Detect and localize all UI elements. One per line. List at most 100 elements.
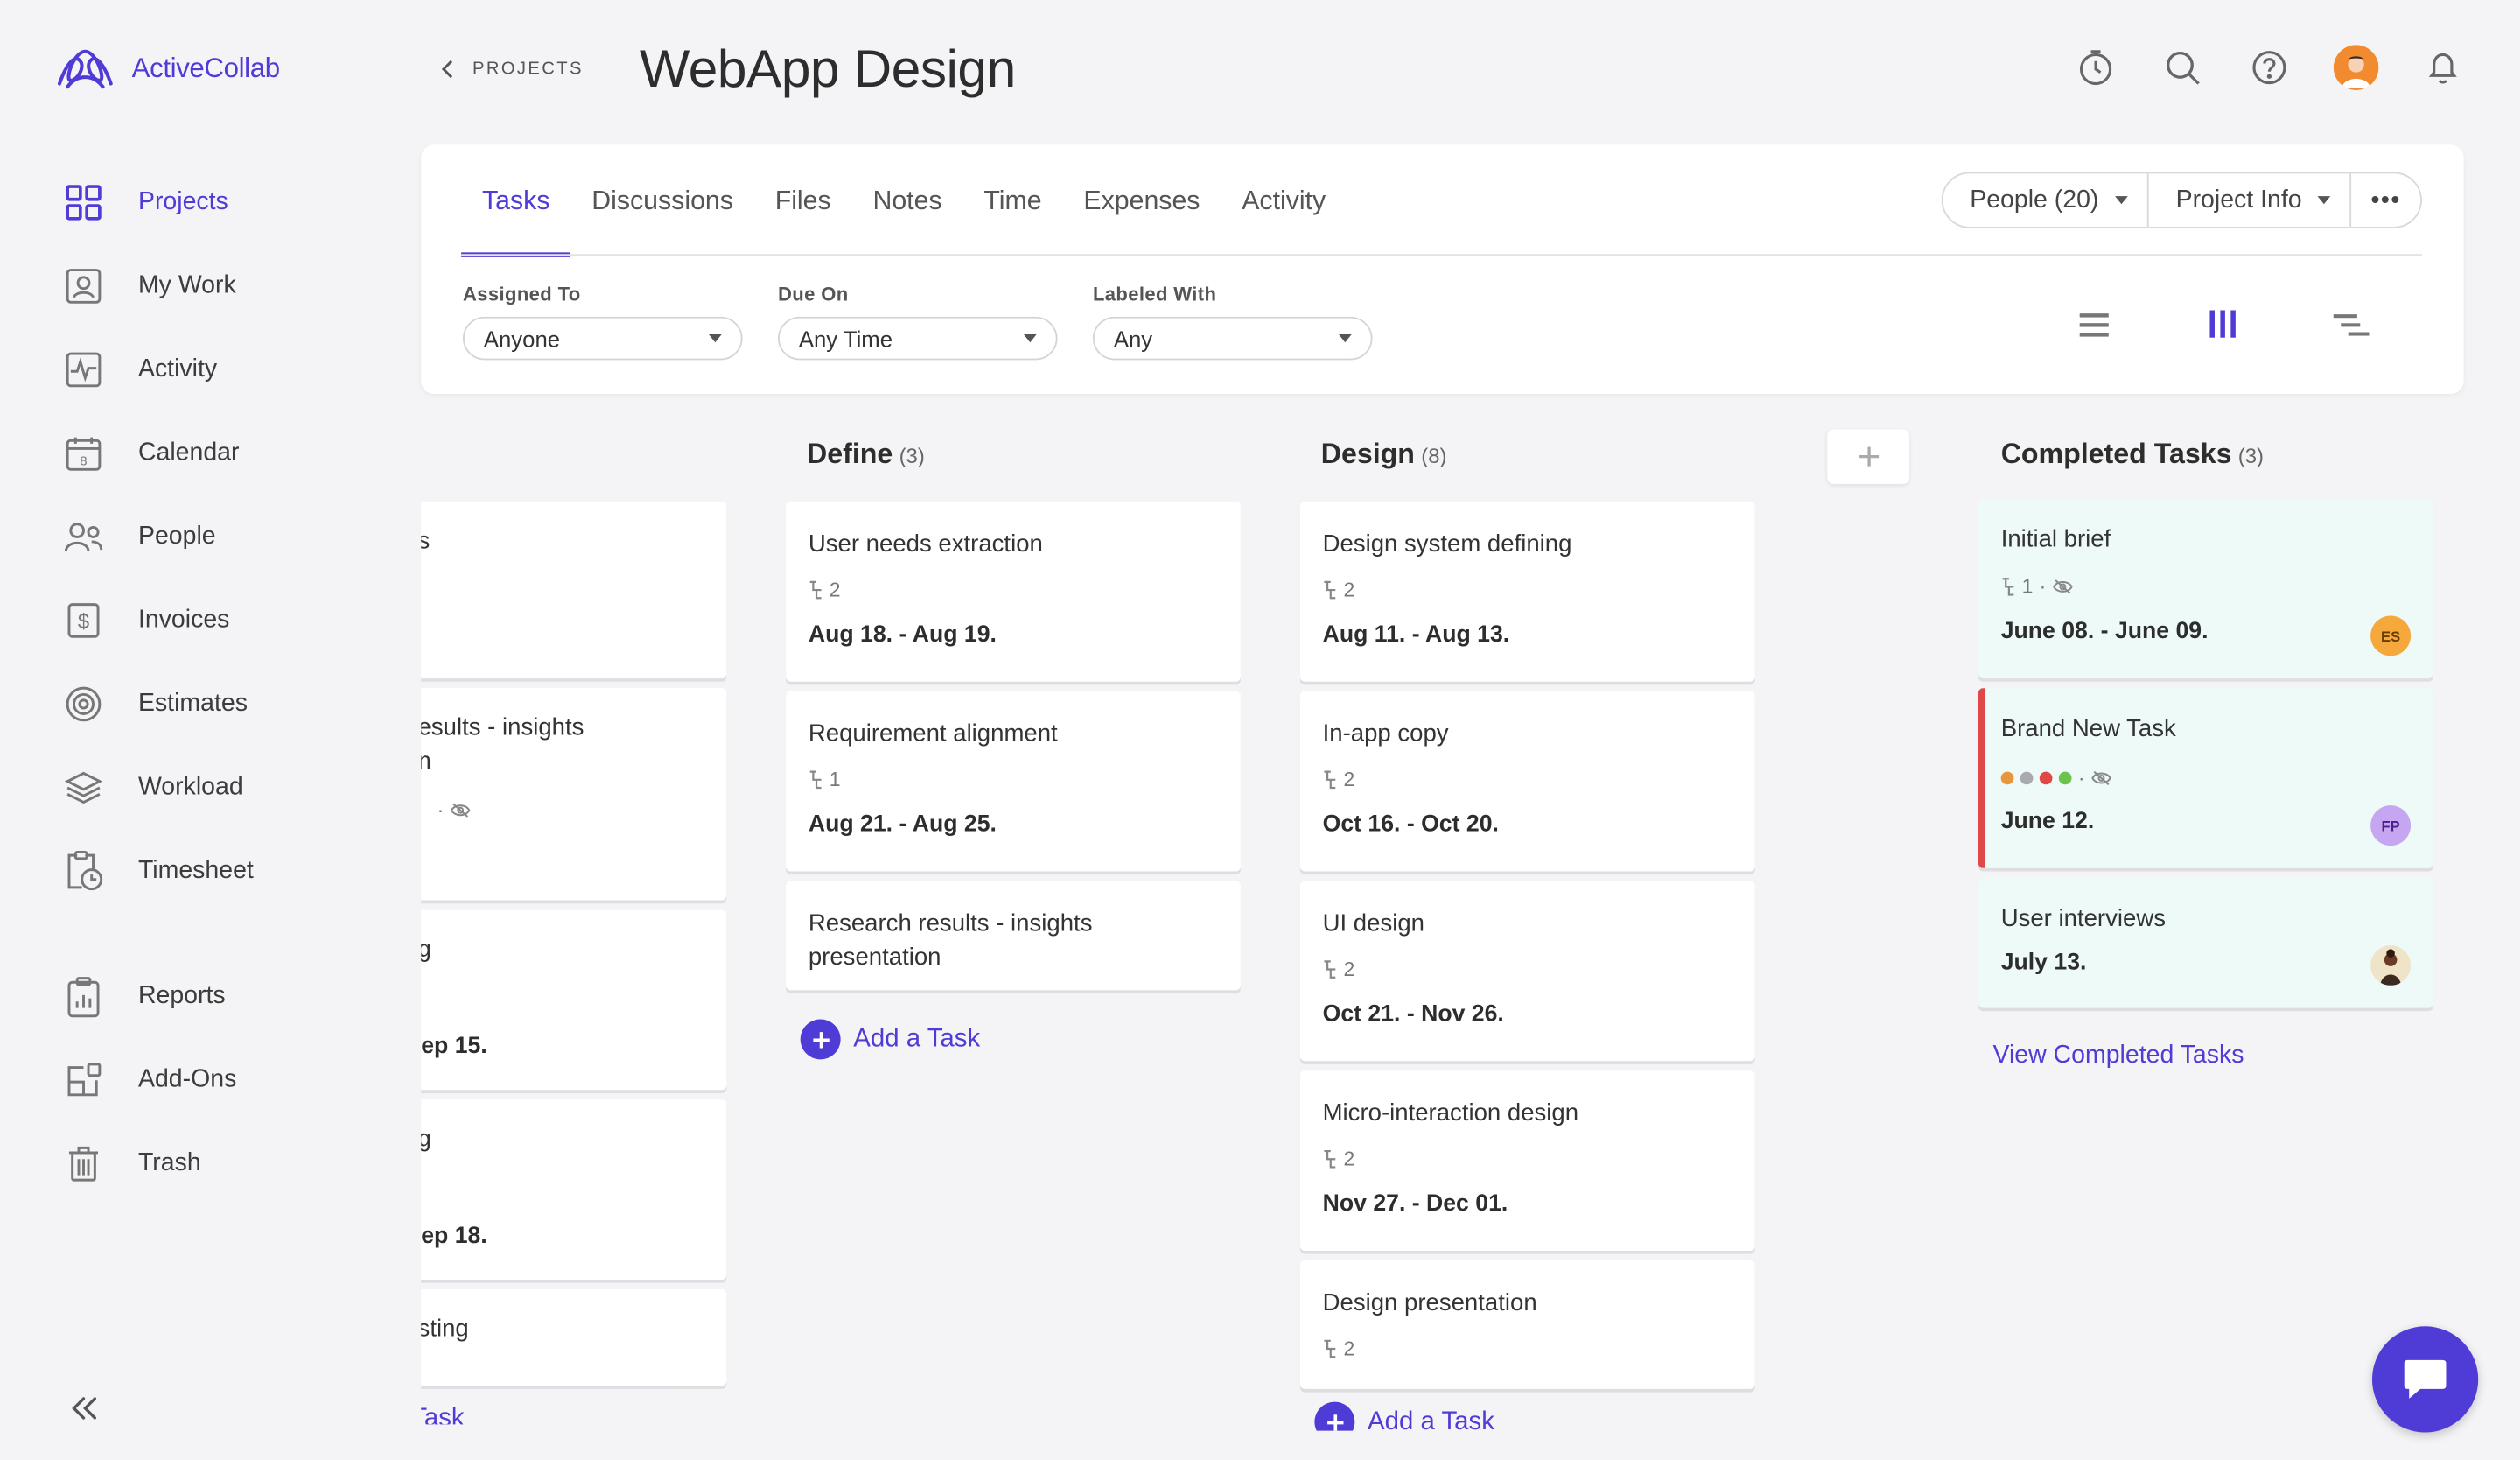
task-card[interactable]: Design presentation 2 — [1299, 1260, 1755, 1389]
task-card[interactable]: Design system defining 2 Aug 11. - Aug 1… — [1299, 502, 1755, 682]
select-value: Anyone — [483, 325, 561, 352]
sidebar-item-invoices[interactable]: $ Invoices — [61, 579, 382, 663]
svg-text:$: $ — [78, 610, 89, 634]
project-info-dropdown-button[interactable]: Project Info — [2148, 173, 2352, 227]
task-card[interactable]: s — [421, 502, 727, 679]
filter-due: Due On Any Time — [777, 283, 1058, 361]
add-task-button[interactable]: Add a Task — [1314, 1401, 1494, 1431]
view-completed-tasks-link[interactable]: View Completed Tasks — [1993, 1042, 2244, 1070]
people-dropdown-button[interactable]: People (20) — [1942, 173, 2149, 227]
task-card[interactable]: sting — [421, 1289, 727, 1386]
sidebar-item-projects[interactable]: Projects — [61, 161, 382, 245]
sidebar-item-activity[interactable]: Activity — [61, 328, 382, 412]
activity-icon — [61, 347, 106, 392]
task-card[interactable]: g ep 15. — [421, 909, 727, 1091]
column-title: Completed Tasks (3) — [2000, 437, 2264, 470]
list-view-icon[interactable] — [2075, 305, 2113, 344]
project-toolbar-card: Tasks Discussions Files Notes Time Expen… — [421, 144, 2464, 394]
task-card[interactable]: Micro-interaction design 2 Nov 27. - Dec… — [1299, 1070, 1755, 1251]
top-toolbar — [2073, 45, 2465, 90]
subtask-icon — [809, 580, 822, 600]
filter-label: Due On — [777, 283, 849, 305]
assignee-avatar[interactable]: FP — [2370, 805, 2412, 846]
collapse-sidebar-button[interactable] — [64, 1389, 102, 1435]
breadcrumb[interactable]: PROJECTS — [440, 58, 584, 81]
task-card[interactable]: esults - insightsn · — [421, 688, 727, 901]
task-card[interactable]: User needs extraction 2 Aug 18. - Aug 19… — [786, 502, 1241, 682]
assignee-avatar[interactable]: ES — [2370, 615, 2412, 656]
assignee-avatar[interactable] — [2370, 944, 2412, 986]
tab-expenses[interactable]: Expenses — [1062, 144, 1221, 256]
task-card[interactable]: In-app copy 2 Oct 16. - Oct 20. — [1299, 691, 1755, 872]
tab-discussions[interactable]: Discussions — [570, 144, 753, 256]
sidebar-item-my-work[interactable]: My Work — [61, 244, 382, 328]
add-task-label: Add a Task — [1368, 1407, 1494, 1431]
task-name: UI design — [1322, 909, 1425, 937]
sidebar-item-estimates[interactable]: Estimates — [61, 663, 382, 747]
chat-button[interactable] — [2371, 1326, 2479, 1433]
column-title: Design (8) — [1320, 437, 1447, 470]
task-date: Nov 27. - Dec 01. — [1322, 1190, 1508, 1218]
add-task-label: Add a Task — [853, 1024, 981, 1053]
more-options-button[interactable]: ••• — [2352, 173, 2421, 227]
sidebar-item-reports[interactable]: Reports — [61, 955, 382, 1039]
subtask-icon — [1324, 1339, 1336, 1358]
tab-files[interactable]: Files — [754, 144, 852, 256]
page-title: WebApp Design — [640, 39, 1016, 99]
caret-down-icon — [2114, 196, 2128, 205]
task-date: Oct 21. - Nov 26. — [1322, 1001, 1504, 1028]
task-card[interactable]: User interviews July 13. — [1978, 877, 2433, 1008]
sidebar-nav: Projects My Work Activity 8 Calendar Peo… — [61, 161, 382, 1206]
task-card[interactable]: g ep 18. — [421, 1099, 727, 1281]
labeled-with-select[interactable]: Any — [1092, 316, 1373, 361]
sidebar-item-timesheet[interactable]: Timesheet — [61, 830, 382, 914]
sidebar-item-people[interactable]: People — [61, 495, 382, 579]
sidebar-item-calendar[interactable]: 8 Calendar — [61, 411, 382, 495]
task-card[interactable]: UI design 2 Oct 21. - Nov 26. — [1299, 881, 1755, 1062]
tab-tasks[interactable]: Tasks — [461, 144, 571, 257]
task-board: s esults - insightsn · g ep 15. g ep 18.… — [421, 421, 2520, 1431]
add-column-button[interactable] — [1827, 429, 1909, 484]
tab-activity[interactable]: Activity — [1221, 144, 1347, 256]
assigned-to-select[interactable]: Anyone — [462, 316, 743, 361]
caret-down-icon — [2317, 196, 2331, 205]
app-name: ActiveCollab — [131, 53, 281, 84]
app-logo[interactable]: ActiveCollab — [54, 45, 281, 93]
task-name: s — [421, 524, 430, 558]
user-avatar[interactable] — [2333, 45, 2379, 90]
task-meta: 2 — [1323, 769, 1354, 791]
task-name: g — [421, 932, 431, 966]
column-view-icon[interactable] — [2203, 305, 2242, 344]
bell-icon[interactable] — [2420, 45, 2465, 89]
chevron-left-icon — [441, 60, 453, 79]
add-task-button[interactable]: Add a Task — [800, 1019, 981, 1060]
more-dots-icon: ••• — [2370, 186, 2402, 214]
add-task-label: Task — [421, 1405, 465, 1431]
person-photo-icon — [2380, 949, 2402, 986]
sidebar-item-add-ons[interactable]: Add-Ons — [61, 1039, 382, 1123]
search-icon[interactable] — [2160, 45, 2205, 89]
task-card[interactable]: Initial brief 1 · June 08. - June 09. ES — [1978, 498, 2433, 679]
people-icon — [61, 515, 106, 559]
task-card[interactable]: Research results - insights presentation — [786, 881, 1241, 991]
activecollab-logo-icon — [57, 49, 113, 89]
task-card[interactable]: Requirement alignment 1 Aug 21. - Aug 25… — [786, 691, 1241, 872]
sidebar-item-trash[interactable]: Trash — [61, 1122, 382, 1206]
tab-notes[interactable]: Notes — [852, 144, 963, 256]
sidebar-item-label: Estimates — [137, 689, 248, 718]
stopwatch-icon[interactable] — [2073, 45, 2118, 89]
sidebar-item-workload[interactable]: Workload — [61, 746, 382, 830]
task-name: Research results - insights presentation — [808, 909, 1093, 972]
add-task-button[interactable]: Task — [421, 1405, 465, 1431]
task-name: In-app copy — [1322, 719, 1449, 748]
caret-down-icon — [708, 334, 722, 343]
sidebar-item-label: Projects — [137, 187, 228, 216]
sidebar-item-label: Workload — [137, 773, 243, 801]
task-card[interactable]: Brand New Task · June 12. FP — [1978, 688, 2433, 868]
task-meta: 2 — [1323, 958, 1354, 980]
timeline-view-icon[interactable] — [2332, 305, 2370, 344]
sidebar-item-label: Trash — [137, 1149, 201, 1177]
tab-time[interactable]: Time — [962, 144, 1062, 256]
due-on-select[interactable]: Any Time — [777, 316, 1058, 361]
help-icon[interactable] — [2247, 45, 2292, 89]
